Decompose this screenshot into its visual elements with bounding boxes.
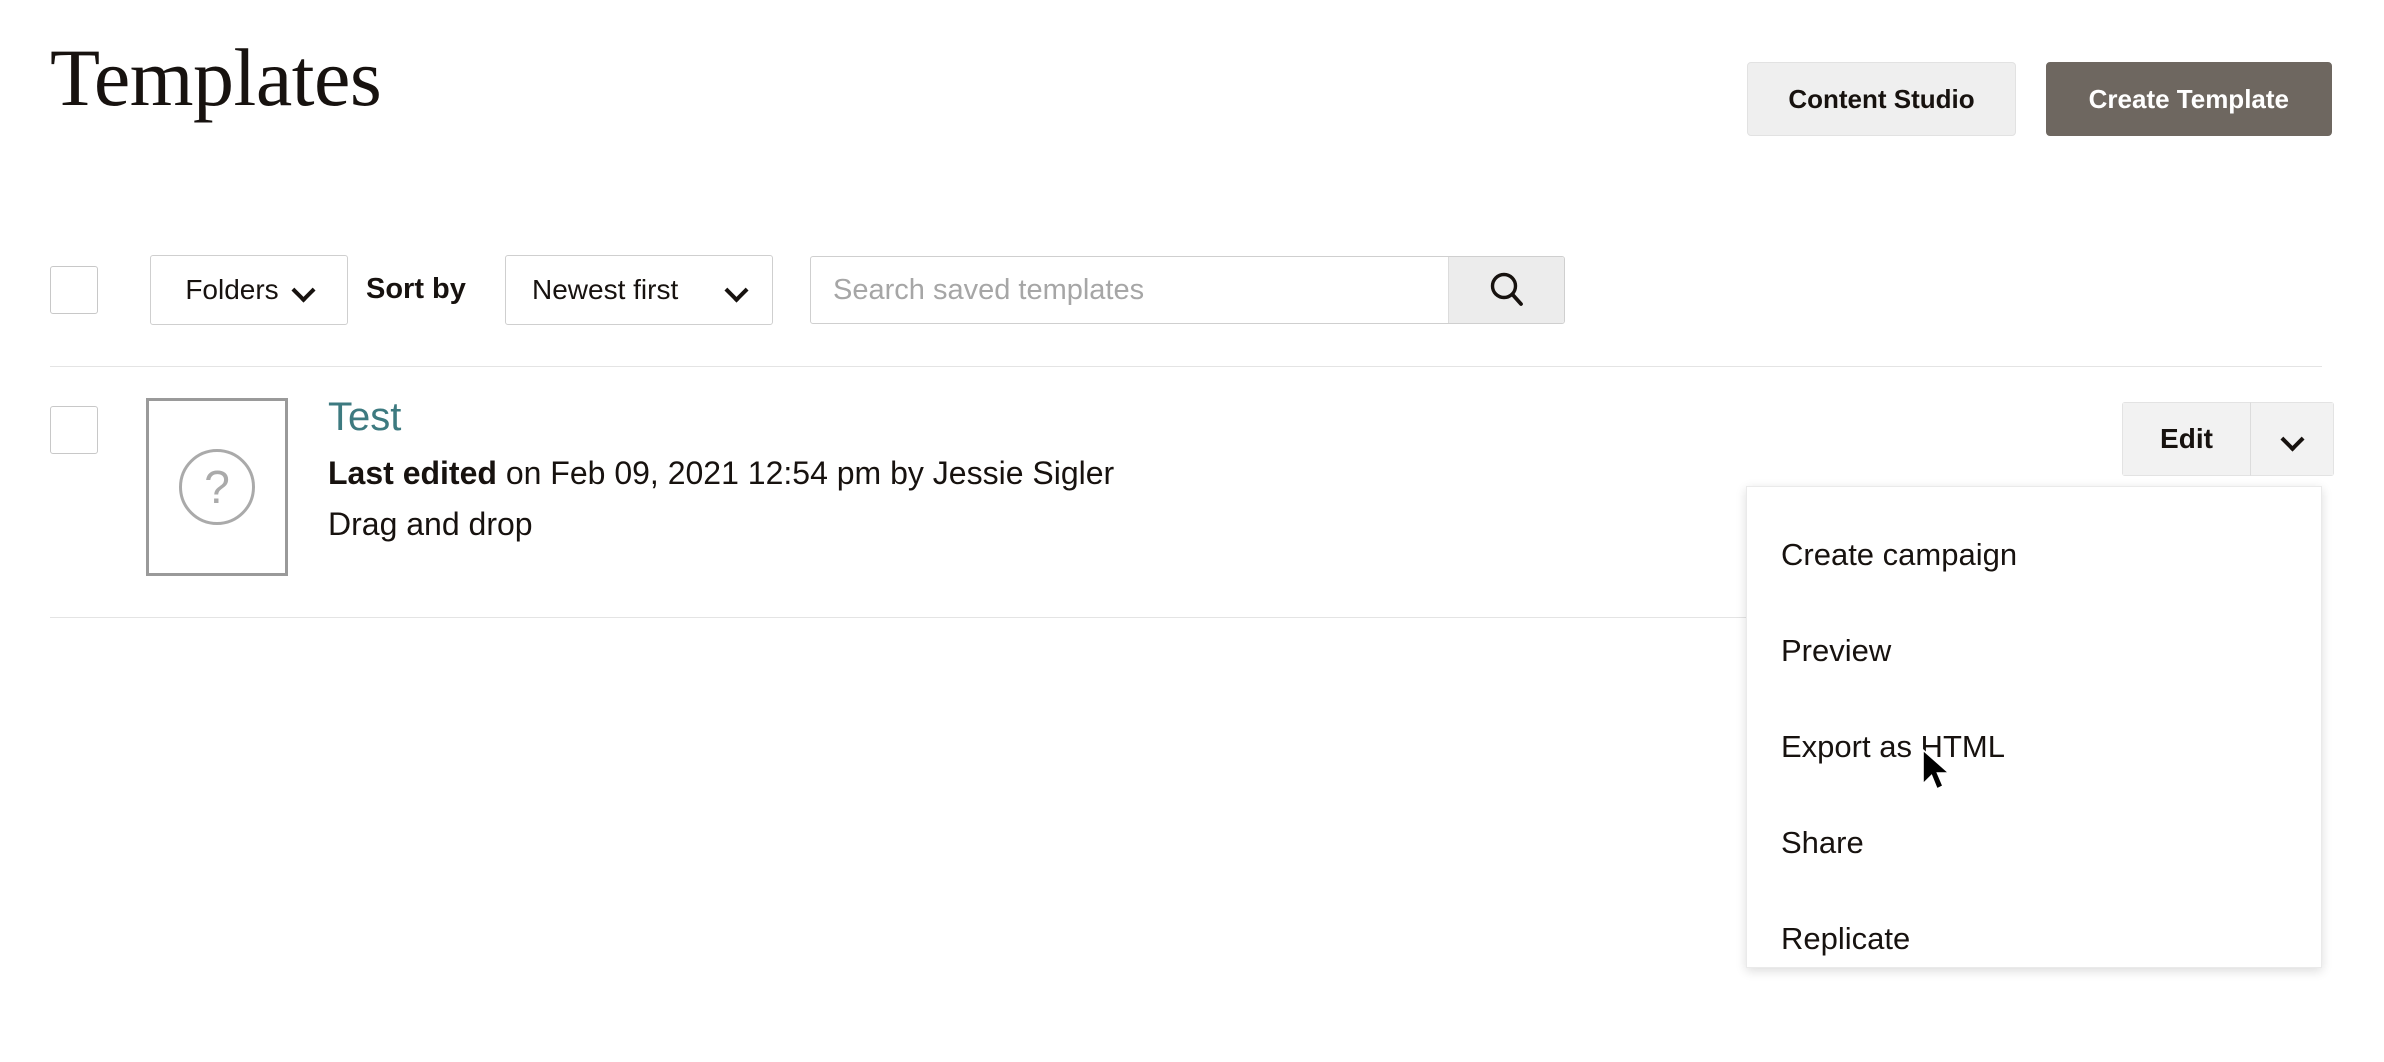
menu-item-share[interactable]: Share <box>1747 795 2321 891</box>
chevron-down-icon <box>2282 429 2302 449</box>
search-icon <box>1490 272 1523 306</box>
create-template-button[interactable]: Create Template <box>2045 62 2332 136</box>
search-button[interactable] <box>1448 257 1564 323</box>
search-box <box>810 256 1565 324</box>
menu-item-export-as-html[interactable]: Export as HTML <box>1747 699 2321 795</box>
last-edited-value: on Feb 09, 2021 12:54 pm by Jessie Sigle… <box>496 455 1115 491</box>
chevron-down-icon <box>293 280 313 300</box>
edit-dropdown-toggle[interactable] <box>2250 402 2334 476</box>
select-all-checkbox[interactable] <box>50 266 98 314</box>
page-title: Templates <box>50 32 382 123</box>
folders-dropdown[interactable]: Folders <box>150 255 348 325</box>
row-checkbox[interactable] <box>50 406 98 454</box>
sort-order-value: Newest first <box>532 274 679 305</box>
template-info: Test Last edited on Feb 09, 2021 12:54 p… <box>328 390 1114 548</box>
chevron-down-icon <box>726 280 746 300</box>
template-actions-menu: Create campaign Preview Export as HTML S… <box>1746 486 2322 968</box>
folders-label: Folders <box>185 274 279 305</box>
last-edited-label: Last edited <box>328 455 497 491</box>
template-type: Drag and drop <box>328 506 533 542</box>
menu-item-create-campaign[interactable]: Create campaign <box>1747 507 2321 603</box>
template-last-edited: Last edited on Feb 09, 2021 12:54 pm by … <box>328 448 1114 498</box>
menu-item-replicate[interactable]: Replicate <box>1747 891 2321 987</box>
header-actions: Content Studio Create Template <box>1747 62 2332 136</box>
sort-order-dropdown[interactable]: Newest first <box>505 255 773 325</box>
edit-button[interactable]: Edit <box>2122 402 2250 476</box>
divider-top <box>50 366 2322 367</box>
sort-by-label: Sort by <box>366 273 466 305</box>
template-name-link[interactable]: Test <box>328 390 401 444</box>
edit-split-button: Edit <box>2122 402 2334 476</box>
search-input[interactable] <box>811 257 1448 323</box>
question-mark-icon: ? <box>179 449 255 525</box>
menu-item-preview[interactable]: Preview <box>1747 603 2321 699</box>
template-thumbnail[interactable]: ? <box>146 398 288 576</box>
content-studio-button[interactable]: Content Studio <box>1747 62 2016 136</box>
page-header: Templates Content Studio Create Template <box>0 0 2384 180</box>
